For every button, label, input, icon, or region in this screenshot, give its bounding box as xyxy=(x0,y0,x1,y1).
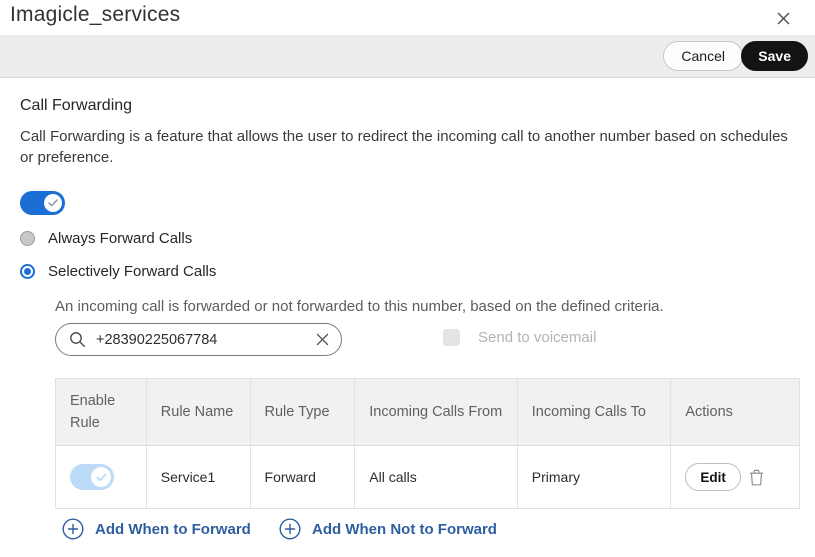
toggle-knob xyxy=(91,467,111,487)
voicemail-checkbox xyxy=(443,329,460,346)
header-enable-rule: Enable Rule xyxy=(56,379,147,445)
cell-incoming-calls-from: All calls xyxy=(355,446,518,508)
edit-rule-button[interactable]: Edit xyxy=(685,463,741,491)
call-forwarding-toggle[interactable] xyxy=(20,191,65,215)
header-rule-name: Rule Name xyxy=(147,379,251,445)
radio-selectively-forward[interactable]: Selectively Forward Calls xyxy=(20,263,216,280)
search-icon xyxy=(69,331,86,348)
plus-circle-icon xyxy=(279,518,301,540)
cell-actions: Edit xyxy=(671,446,799,508)
radio-icon-unselected xyxy=(20,231,35,246)
forward-rules-table: Enable Rule Rule Name Rule Type Incoming… xyxy=(55,378,800,509)
add-when-to-forward-link[interactable]: Add When to Forward xyxy=(62,518,251,540)
clear-input-button[interactable] xyxy=(316,333,329,346)
header-incoming-calls-from: Incoming Calls From xyxy=(355,379,518,445)
delete-rule-button[interactable] xyxy=(749,469,764,486)
forward-number-input[interactable] xyxy=(96,332,316,348)
cancel-button[interactable]: Cancel xyxy=(663,41,743,71)
cell-enable-rule xyxy=(56,446,147,508)
save-button[interactable]: Save xyxy=(741,41,808,71)
send-to-voicemail-option: Send to voicemail xyxy=(443,329,596,346)
add-link-label: Add When to Forward xyxy=(95,521,251,538)
checkmark-icon xyxy=(48,199,58,207)
header-rule-type: Rule Type xyxy=(251,379,356,445)
header-incoming-calls-to: Incoming Calls To xyxy=(518,379,672,445)
table-row: Service1 Forward All calls Primary Edit xyxy=(56,446,799,508)
checkmark-icon xyxy=(96,473,107,482)
trash-icon xyxy=(749,469,764,486)
add-link-label: Add When Not to Forward xyxy=(312,521,497,538)
table-header-row: Enable Rule Rule Name Rule Type Incoming… xyxy=(56,379,799,446)
selective-forward-hint: An incoming call is forwarded or not for… xyxy=(55,298,664,315)
section-description: Call Forwarding is a feature that allows… xyxy=(20,126,798,168)
number-search-field[interactable] xyxy=(55,323,342,356)
cell-incoming-calls-to: Primary xyxy=(518,446,672,508)
voicemail-label: Send to voicemail xyxy=(478,329,596,346)
cell-rule-name: Service1 xyxy=(147,446,251,508)
radio-label: Selectively Forward Calls xyxy=(48,263,216,280)
add-when-not-to-forward-link[interactable]: Add When Not to Forward xyxy=(279,518,497,540)
radio-always-forward[interactable]: Always Forward Calls xyxy=(20,230,192,247)
cell-rule-type: Forward xyxy=(251,446,356,508)
close-button[interactable] xyxy=(773,8,793,28)
rule-enable-toggle[interactable] xyxy=(70,464,114,490)
clear-icon xyxy=(316,333,329,346)
page-title: Imagicle_services xyxy=(10,3,180,27)
radio-label: Always Forward Calls xyxy=(48,230,192,247)
toggle-knob xyxy=(44,194,62,212)
plus-circle-icon xyxy=(62,518,84,540)
action-toolbar: Cancel Save xyxy=(0,35,815,78)
header-actions: Actions xyxy=(671,379,799,445)
close-icon xyxy=(776,11,791,26)
section-title: Call Forwarding xyxy=(20,97,132,115)
radio-icon-selected xyxy=(20,264,35,279)
